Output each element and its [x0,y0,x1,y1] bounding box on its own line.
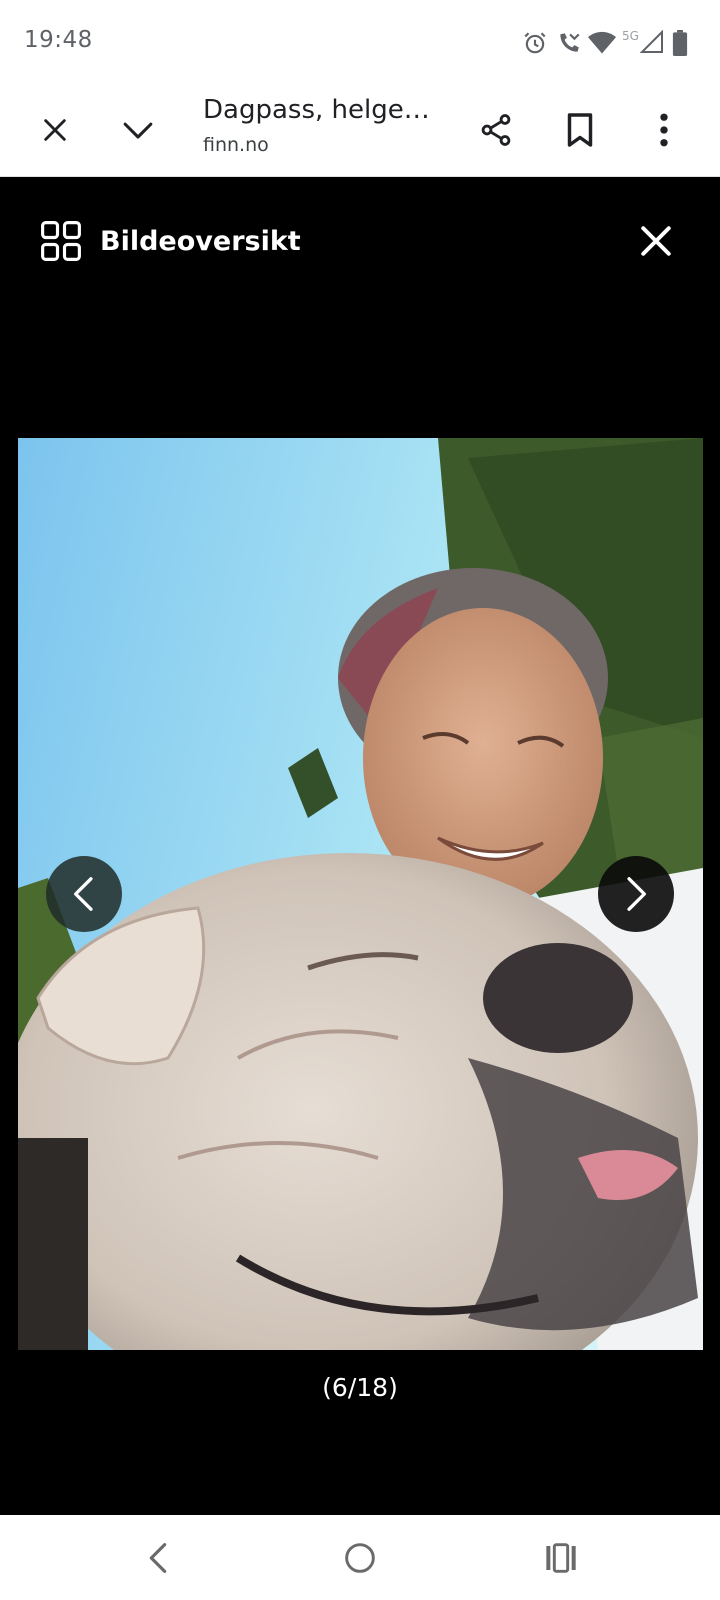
recents-icon [546,1543,576,1573]
browser-toolbar: Dagpass, helgep... finn.no [0,86,720,177]
close-tab-button[interactable] [27,102,83,158]
share-button[interactable] [468,102,524,158]
chevron-left-icon [74,877,93,911]
previous-image-button[interactable] [46,856,122,932]
next-image-button[interactable] [598,856,674,932]
bookmark-icon [567,113,593,147]
cellular-signal-icon [640,30,663,53]
close-icon [641,226,671,256]
home-icon [345,1543,375,1573]
system-navigation-bar [0,1515,720,1600]
system-recents-button[interactable] [533,1533,589,1583]
more-options-button[interactable] [636,102,692,158]
share-icon [481,114,511,146]
battery-icon [672,30,688,56]
bookmark-button[interactable] [552,102,608,158]
wifi-calling-icon [560,33,580,52]
alarm-icon [524,32,546,54]
chevron-down-icon [123,122,153,139]
image-gallery: Bildeoversikt (6/18) [0,177,720,1515]
page-title: Dagpass, helgep... [203,95,443,125]
image-overview-button[interactable]: Bildeoversikt [40,219,301,263]
grid-icon [41,221,81,261]
image-counter: (6/18) [322,1373,398,1402]
image-overview-label: Bildeoversikt [100,225,301,257]
status-bar: 19:48 5G [0,0,720,86]
status-time: 19:48 [24,27,93,53]
system-home-button[interactable] [332,1533,388,1583]
chevron-right-icon [627,877,646,911]
network-type-label: 5G [622,29,639,43]
back-icon [149,1543,167,1573]
close-gallery-button[interactable] [632,217,680,265]
system-back-button[interactable] [130,1533,186,1583]
status-icons: 5G [522,29,692,58]
close-icon [44,119,66,141]
wifi-icon [588,31,616,54]
more-vert-icon [660,113,668,147]
page-url: finn.no [203,134,269,156]
minimize-tab-button[interactable] [110,102,166,158]
